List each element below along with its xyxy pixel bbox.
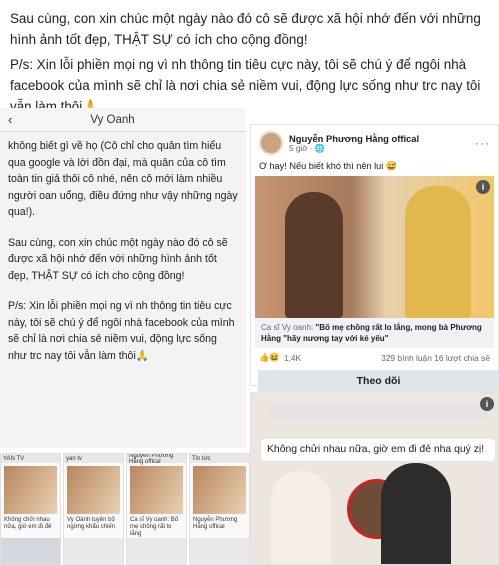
mini-image (4, 466, 57, 514)
more-options-icon[interactable]: ··· (475, 136, 490, 150)
link-source: Ca sĩ Vy oanh: (261, 323, 314, 332)
person-figure (405, 186, 471, 318)
post-status-text: Ơ hay! Nếu biết khó thì nên lui 😅 (259, 161, 398, 171)
comment-share-count[interactable]: 329 bình luận 16 lượt chia sẻ (381, 353, 490, 363)
phone-header: ‹ Vy Oanh (0, 108, 246, 132)
phone-screenshot: ‹ Vy Oanh không biết gì về họ (Cô chỉ ch… (0, 108, 246, 448)
phone-paragraph-3: P/s: Xin lỗi phiền mọi ng vì nh thông ti… (8, 300, 235, 362)
mini-image (193, 466, 246, 514)
mini-caption: Nguyễn Phương Hằng offical (193, 517, 238, 530)
follow-label: Theo dõi (356, 375, 401, 387)
reaction-count[interactable]: 1,4K (284, 353, 301, 363)
mini-screenshot[interactable]: yan tv Vy Oanh tuyên bố ngừng khẩu chiến (63, 453, 124, 565)
info-icon[interactable]: i (476, 180, 490, 194)
back-icon[interactable]: ‹ (8, 112, 12, 127)
post-meta: 5 giờ · 🌐 (289, 143, 326, 153)
post-photo[interactable]: i (255, 176, 494, 318)
caption-line-1: Sau cùng, con xin chúc một ngày nào đó c… (10, 11, 481, 47)
follow-button[interactable]: Theo dõi (258, 370, 499, 392)
post-author[interactable]: Nguyễn Phương Hằng offical (289, 133, 419, 144)
mini-bar: Tin tức (190, 454, 249, 463)
mini-bar: yan tv (64, 454, 123, 463)
screenshot-collage[interactable]: ‹ Vy Oanh không biết gì về họ (Cô chỉ ch… (0, 108, 499, 565)
link-preview[interactable]: Ca sĩ Vy oanh: "Bố mẹ chồng rất lo lắng,… (255, 318, 494, 348)
mini-caption: Vy Oanh tuyên bố ngừng khẩu chiến (67, 517, 116, 530)
phone-paragraph-1: không biết gì về họ (Cô chỉ cho quân tìm… (8, 140, 238, 218)
blurred-header (269, 405, 489, 421)
mini-screenshot[interactable]: YAN TV Không chửi nhau nữa, giờ em đi đẻ (0, 453, 61, 565)
person-figure (285, 192, 343, 318)
phone-title: Vy Oanh (90, 113, 135, 126)
phone-post-text: không biết gì về họ (Cô chỉ cho quân tìm… (0, 132, 246, 364)
mini-footer (127, 538, 186, 564)
mini-caption: Ca sĩ Vy oanh: Bố mẹ chồng rất lo lắng (130, 517, 179, 537)
mini-screenshot[interactable]: Tin tức Nguyễn Phương Hằng offical (189, 453, 250, 565)
avatar[interactable] (259, 131, 283, 155)
mini-footer (64, 538, 123, 564)
post-header: Nguyễn Phương Hằng offical 5 giờ · 🌐 ··· (251, 125, 498, 161)
reaction-icon[interactable]: 👍😆 (259, 352, 280, 363)
info-icon[interactable]: i (480, 397, 494, 411)
mini-image (67, 466, 120, 514)
person-figure (381, 463, 451, 564)
facebook-post: Nguyễn Phương Hằng offical 5 giờ · 🌐 ···… (250, 124, 499, 386)
mini-bar: Nguyễn Phương Hằng offical (127, 454, 186, 465)
mini-bar: YAN TV (1, 454, 60, 463)
keyboard (1, 538, 60, 564)
post-caption: Sau cùng, con xin chúc một ngày nào đó c… (10, 8, 492, 121)
mini-screenshots: YAN TV Không chửi nhau nữa, giờ em đi đẻ… (0, 453, 250, 565)
mini-caption: Không chửi nhau nữa, giờ em đi đẻ (4, 517, 52, 530)
mini-image (130, 466, 183, 514)
video-post[interactable]: Không chửi nhau nữa, giờ em đi đẻ nha qu… (250, 392, 499, 565)
phone-paragraph-2: Sau cùng, con xin chúc một ngày nào đó c… (8, 236, 228, 282)
video-title: Không chửi nhau nữa, giờ em đi đẻ nha qu… (261, 439, 495, 461)
person-figure (271, 471, 331, 564)
mini-screenshot[interactable]: Nguyễn Phương Hằng offical Ca sĩ Vy oanh… (126, 453, 187, 565)
mini-footer (190, 538, 249, 564)
reaction-bar: 👍😆 1,4K 329 bình luận 16 lượt chia sẻ (251, 348, 498, 367)
